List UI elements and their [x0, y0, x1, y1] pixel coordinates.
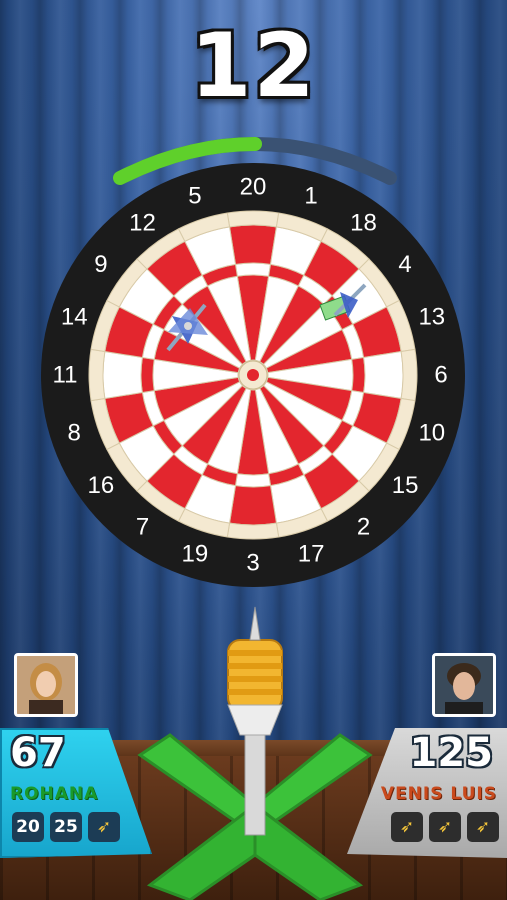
board-number: 5	[188, 183, 201, 210]
board-double	[88, 348, 106, 402]
player2-dart-3: ➶	[467, 812, 499, 842]
board-number: 9	[94, 251, 107, 278]
board-number: 4	[398, 251, 411, 278]
board-single-outer	[228, 485, 278, 526]
player2-panel: 125 VENIS LUIS ➶ ➶ ➶	[347, 728, 507, 858]
board-number: 11	[53, 362, 78, 389]
board-number: 17	[298, 540, 325, 567]
player2-avatar[interactable]	[432, 653, 496, 717]
player1-panel: 67 ROHANA 20 25 ➶	[0, 728, 152, 858]
player2-dart-2: ➶	[429, 812, 461, 842]
bullseye	[247, 369, 259, 381]
board-treble	[140, 356, 155, 394]
board-number: 6	[434, 362, 447, 389]
dart-icon: ➶	[475, 817, 491, 837]
player1-score: 67	[10, 730, 66, 776]
dart-icon: ➶	[96, 817, 112, 837]
player1-avatar-image	[17, 656, 75, 714]
player1-throw-2: 25	[50, 812, 82, 842]
board-treble	[234, 262, 272, 277]
board-number: 1	[304, 183, 317, 210]
throwing-dart[interactable]	[130, 605, 380, 900]
dart-icon: ➶	[399, 817, 415, 837]
board-number: 20	[240, 174, 267, 201]
board-number: 14	[61, 303, 88, 330]
board-number: 18	[350, 209, 377, 236]
board-double	[226, 522, 280, 540]
board-number: 15	[392, 472, 419, 499]
board-number: 8	[68, 420, 81, 447]
board-number: 7	[136, 514, 149, 541]
player1-throw-1: 20	[12, 812, 44, 842]
board-number: 3	[246, 550, 259, 577]
board-treble	[351, 356, 366, 394]
player2-name: VENIS LUIS	[380, 784, 497, 804]
board-number: 13	[418, 303, 445, 330]
board-number: 2	[357, 514, 370, 541]
board-number: 10	[418, 420, 445, 447]
board-number: 12	[129, 209, 156, 236]
board-number: 19	[182, 540, 209, 567]
player1-name: ROHANA	[10, 784, 99, 804]
board-double	[400, 348, 418, 402]
player2-dart-1: ➶	[391, 812, 423, 842]
dart-icon: ➶	[437, 817, 453, 837]
board-number: 16	[88, 472, 115, 499]
player2-score: 125	[409, 730, 494, 776]
board-treble	[234, 473, 272, 488]
player1-avatar[interactable]	[14, 653, 78, 717]
board-double	[226, 210, 280, 228]
player1-dart-left: ➶	[88, 812, 120, 842]
player2-avatar-image	[435, 656, 493, 714]
board-single-outer	[363, 350, 404, 400]
board-single-outer	[228, 224, 278, 265]
board-single-outer	[102, 350, 143, 400]
dartboard[interactable]: 20 1 18 4 13 6 10 15 2 17 3 19 7 16 8 11 149 12 5	[0, 0, 507, 620]
